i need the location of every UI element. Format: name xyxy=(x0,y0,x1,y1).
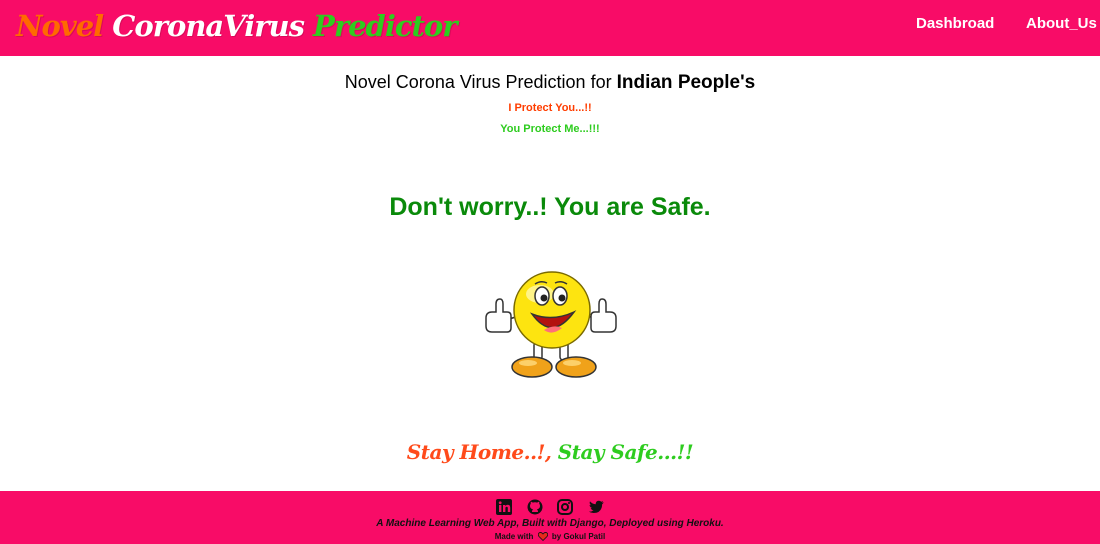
page-title-prefix: Novel Corona Virus Prediction for xyxy=(344,72,612,92)
heart-icon xyxy=(537,532,548,542)
navbar: Novel CoronaVirus Predictor Dashbroad Ab… xyxy=(0,0,1100,56)
twitter-icon[interactable] xyxy=(588,499,604,515)
brand-word-coronavirus: CoronaVirus xyxy=(112,9,305,43)
footer-credit: Made with by Gokul Patil xyxy=(0,532,1100,542)
linkedin-icon[interactable] xyxy=(496,499,513,515)
tagline-protect-you: I Protect You...!! xyxy=(508,102,592,114)
nav-link-dashboard[interactable]: Dashbroad xyxy=(916,15,994,32)
brand-word-novel: Novel xyxy=(16,9,104,43)
footer-author: by Gokul Patil xyxy=(551,532,606,541)
brand-word-predictor: Predictor xyxy=(313,9,458,43)
slogan-stay-safe: Stay Safe...!! xyxy=(557,440,694,464)
footer-made-with: Made with xyxy=(494,532,534,541)
tagline-protect-me: You Protect Me...!!! xyxy=(500,123,600,135)
brand-logo[interactable]: Novel CoronaVirus Predictor xyxy=(16,4,458,48)
stay-home-slogan: Stay Home..!, Stay Safe...!! xyxy=(0,440,1100,464)
instagram-icon[interactable] xyxy=(557,499,574,515)
page-title-emphasis: Indian People's xyxy=(616,72,756,93)
footer: A Machine Learning Web App, Built with D… xyxy=(0,491,1100,544)
prediction-result: Don't worry..! You are Safe. xyxy=(389,193,711,221)
social-links xyxy=(0,499,1100,515)
github-icon[interactable] xyxy=(527,499,543,515)
footer-description: A Machine Learning Web App, Built with D… xyxy=(376,518,724,529)
page-title: Novel Corona Virus Prediction for Indian… xyxy=(0,72,1100,94)
thumbs-up-smiley-image xyxy=(480,270,622,382)
slogan-stay-home: Stay Home..!, xyxy=(406,440,552,464)
nav-link-about-us[interactable]: About_Us xyxy=(1026,15,1097,32)
